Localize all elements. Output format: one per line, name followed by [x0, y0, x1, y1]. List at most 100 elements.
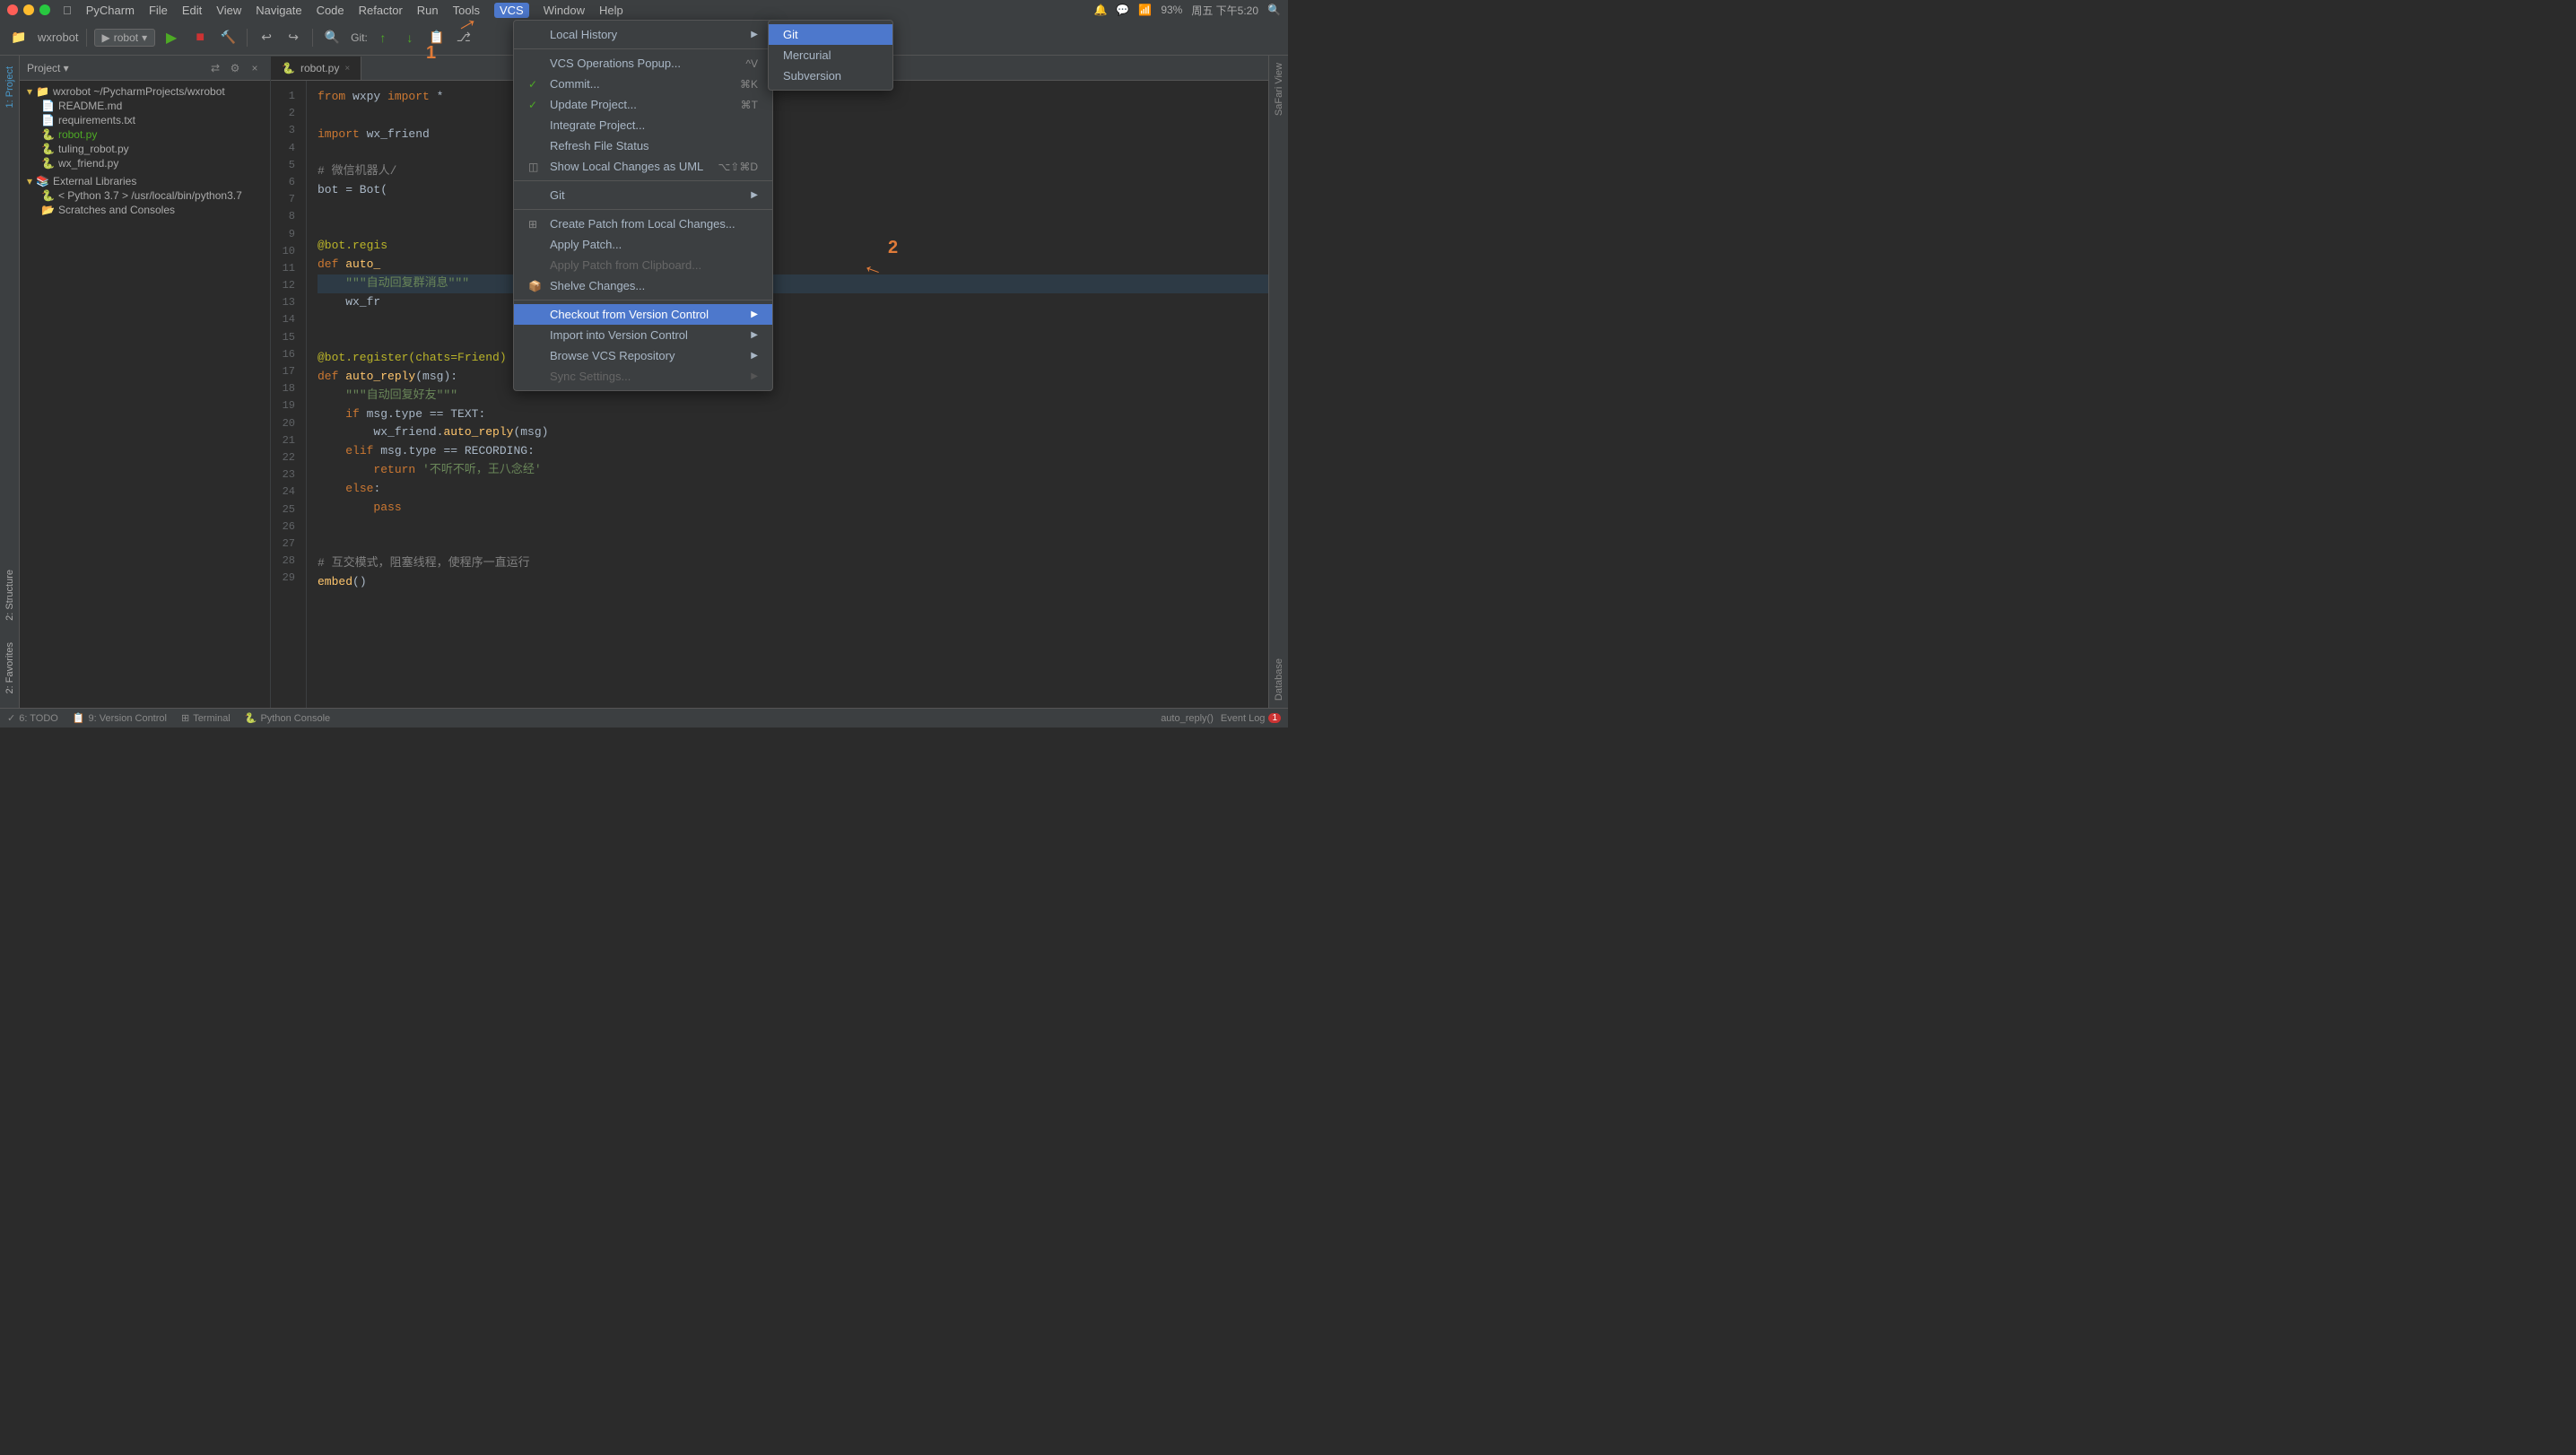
- menu-git[interactable]: Git ▶: [514, 185, 772, 205]
- tree-python-lib[interactable]: 🐍 < Python 3.7 > /usr/local/bin/python3.…: [34, 188, 270, 203]
- tree-file-readme[interactable]: 📄 README.md: [34, 99, 270, 113]
- menu-vcs-operations-label: VCS Operations Popup...: [550, 57, 681, 70]
- version-control-tab[interactable]: 📋 9: Version Control: [73, 712, 167, 724]
- checkout-mercurial-label: Mercurial: [783, 48, 831, 62]
- window-menu[interactable]: Window: [544, 4, 585, 17]
- code-line-1: from wxpy import *: [318, 88, 1268, 107]
- run-config-dropdown-icon[interactable]: ▾: [142, 31, 147, 44]
- structure-tab[interactable]: 2: Structure: [1, 562, 19, 628]
- todo-icon: ✓: [7, 712, 15, 724]
- menu-create-patch[interactable]: ⊞ Create Patch from Local Changes...: [514, 213, 772, 234]
- vcs-menu[interactable]: VCS: [494, 3, 529, 18]
- menu-import-vcs[interactable]: Import into Version Control ▶: [514, 325, 772, 345]
- tab-close-btn[interactable]: ×: [344, 64, 350, 74]
- toolbar-separator-2: [247, 29, 248, 47]
- tree-file-requirements[interactable]: 📄 requirements.txt: [34, 113, 270, 127]
- tree-file-tuling[interactable]: 🐍 tuling_robot.py: [34, 142, 270, 156]
- menu-apply-patch[interactable]: Apply Patch...: [514, 234, 772, 255]
- checkout-mercurial-item[interactable]: Mercurial: [769, 45, 892, 65]
- code-line-7: [318, 200, 1268, 219]
- tree-root-folder[interactable]: ▾ 📁 wxrobot ~/PycharmProjects/wxrobot: [20, 84, 270, 99]
- update-shortcut: ⌘T: [741, 99, 758, 111]
- redo-button[interactable]: ↪: [282, 26, 305, 49]
- menu-checkout-from-vcs[interactable]: Checkout from Version Control ▶: [514, 304, 772, 325]
- tree-external-libs[interactable]: ▾ 📚 External Libraries: [20, 174, 270, 188]
- menu-import-vcs-label: Import into Version Control: [550, 328, 688, 342]
- navigate-menu[interactable]: Navigate: [256, 4, 301, 17]
- menu-integrate-project-label: Integrate Project...: [550, 118, 645, 132]
- menu-commit-label: Commit...: [550, 77, 600, 91]
- menu-show-local-changes[interactable]: ◫ Show Local Changes as UML ⌥⇧⌘D: [514, 156, 772, 177]
- refactor-menu[interactable]: Refactor: [359, 4, 403, 17]
- git-empty-icon: [528, 189, 543, 202]
- checkout-git-item[interactable]: Git: [769, 24, 892, 45]
- tree-file-readme-label: README.md: [58, 100, 122, 112]
- gear-icon[interactable]: ⚙: [227, 60, 243, 76]
- menu-shelve-changes[interactable]: 📦 Shelve Changes...: [514, 275, 772, 296]
- import-arrow-icon: ▶: [751, 330, 758, 340]
- menu-refresh-status[interactable]: Refresh File Status: [514, 135, 772, 156]
- code-line-28: [318, 592, 1268, 611]
- menu-integrate-project[interactable]: Integrate Project...: [514, 115, 772, 135]
- code-content[interactable]: from wxpy import * import wx_friend # 微信…: [307, 81, 1268, 708]
- maximize-button[interactable]: [39, 4, 50, 15]
- menu-update-project[interactable]: ✓ Update Project... ⌘T: [514, 94, 772, 115]
- event-log-tab[interactable]: Event Log 1: [1221, 713, 1281, 724]
- code-line-9: @bot.regis: [318, 237, 1268, 256]
- minimize-button[interactable]: [23, 4, 34, 15]
- close-panel-btn[interactable]: ×: [247, 60, 263, 76]
- checkout-subversion-item[interactable]: Subversion: [769, 65, 892, 86]
- menu-local-history[interactable]: Local History ▶: [514, 24, 772, 45]
- vc-icon: 📋: [73, 712, 85, 724]
- run-button[interactable]: ▶: [159, 25, 184, 50]
- database-tab[interactable]: Database: [1270, 651, 1288, 708]
- close-button[interactable]: [7, 4, 18, 15]
- checkout-submenu: Git Mercurial Subversion: [768, 20, 893, 91]
- search-everywhere-button[interactable]: 🔍: [320, 26, 344, 49]
- tree-file-robot[interactable]: 🐍 robot.py: [34, 127, 270, 142]
- folder-icon: 📁: [36, 85, 49, 98]
- view-menu[interactable]: View: [216, 4, 241, 17]
- stop-button[interactable]: ■: [187, 25, 213, 50]
- project-tab[interactable]: 1: Project: [1, 59, 19, 115]
- git-branches-button[interactable]: ⎇: [452, 26, 475, 49]
- checkout-git-label: Git: [783, 28, 798, 41]
- search-icon[interactable]: 🔍: [1267, 4, 1281, 16]
- right-sidebar: SaFari View Database: [1268, 56, 1288, 708]
- editor-tab-robot[interactable]: 🐍 robot.py ×: [271, 57, 361, 80]
- apple-menu[interactable]: : [63, 4, 72, 17]
- run-configuration[interactable]: ▶ robot ▾: [94, 29, 156, 47]
- python-console-tab[interactable]: 🐍 Python Console: [245, 712, 330, 724]
- tree-file-wxfriend[interactable]: 🐍 wx_friend.py: [34, 156, 270, 170]
- code-line-29: [318, 610, 1268, 629]
- code-line-12: wx_fr: [318, 293, 1268, 312]
- checkout-subversion-label: Subversion: [783, 69, 841, 83]
- undo-button[interactable]: ↩: [255, 26, 278, 49]
- todo-tab[interactable]: ✓ 6: TODO: [7, 712, 58, 724]
- tools-menu[interactable]: Tools: [453, 4, 480, 17]
- help-menu[interactable]: Help: [599, 4, 623, 17]
- menu-browse-vcs[interactable]: Browse VCS Repository ▶: [514, 345, 772, 366]
- menu-commit[interactable]: ✓ Commit... ⌘K: [514, 74, 772, 94]
- sync-arrow-icon: ▶: [751, 371, 758, 381]
- wifi-icon: 📶: [1138, 4, 1152, 16]
- todo-label: 6: TODO: [19, 713, 58, 724]
- git-history-button[interactable]: 📋: [425, 26, 448, 49]
- menu-vcs-operations[interactable]: VCS Operations Popup... ^V: [514, 53, 772, 74]
- edit-menu[interactable]: Edit: [182, 4, 202, 17]
- safari-view-tab[interactable]: SaFari View: [1270, 56, 1288, 123]
- sync-scroll-btn[interactable]: ⇄: [207, 60, 223, 76]
- file-menu[interactable]: File: [149, 4, 168, 17]
- tree-scratches[interactable]: 📂 Scratches and Consoles: [34, 203, 270, 217]
- wechat-icon: 💬: [1116, 4, 1129, 16]
- pycharm-menu[interactable]: PyCharm: [86, 4, 135, 17]
- git-push-button[interactable]: ↑: [371, 26, 395, 49]
- build-button[interactable]: 🔨: [216, 26, 239, 49]
- favorites-tab[interactable]: 2: Favorites: [1, 635, 19, 701]
- code-menu[interactable]: Code: [317, 4, 344, 17]
- git-pull-button[interactable]: ↓: [398, 26, 422, 49]
- event-log-badge: 1: [1268, 713, 1281, 723]
- import-empty: [528, 329, 543, 342]
- run-menu[interactable]: Run: [417, 4, 439, 17]
- terminal-tab[interactable]: ⊞ Terminal: [181, 712, 231, 724]
